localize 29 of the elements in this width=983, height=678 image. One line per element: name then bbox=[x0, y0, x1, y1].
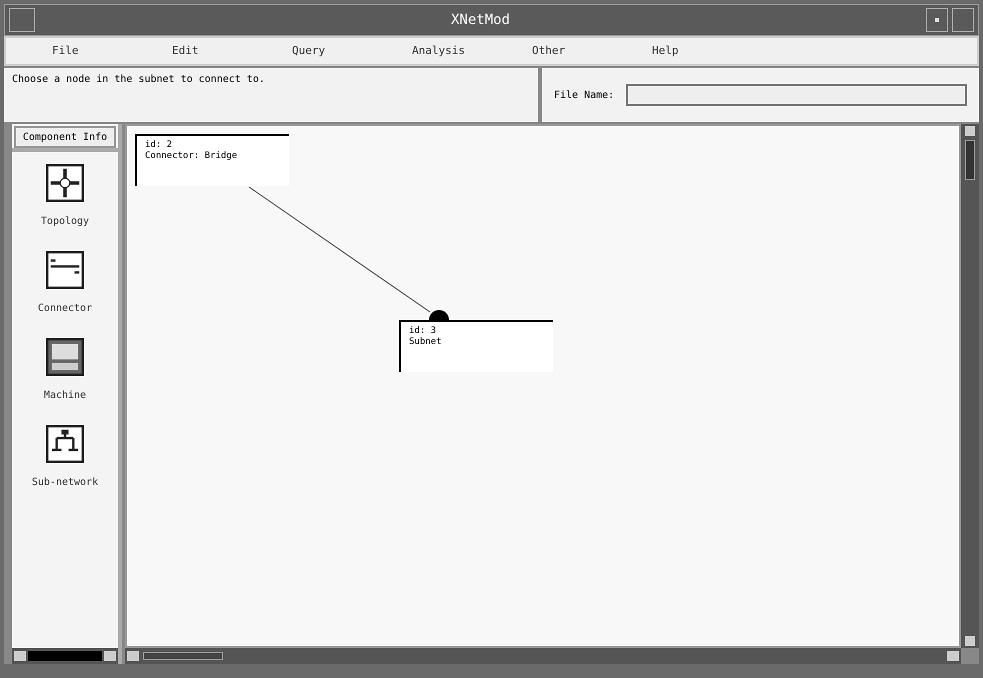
scrollbar-thumb[interactable] bbox=[143, 652, 223, 660]
menu-item[interactable]: Edit bbox=[172, 42, 292, 60]
node-box[interactable]: id: 3 Subnet bbox=[399, 320, 553, 372]
menu-item[interactable]: Analysis bbox=[412, 42, 532, 60]
scrollbar-thumb[interactable] bbox=[965, 140, 975, 180]
node-text: id: 3 bbox=[409, 326, 436, 337]
menu-item[interactable]: Query bbox=[292, 42, 412, 60]
menu-item[interactable]: File bbox=[52, 42, 172, 60]
file-name-field[interactable] bbox=[626, 84, 967, 106]
scrollbar-thumb[interactable] bbox=[28, 651, 102, 661]
node-text: id: 2 bbox=[145, 140, 172, 151]
node-box[interactable]: id: 2 Connector: Bridge bbox=[135, 134, 289, 186]
connection-point-icon bbox=[429, 310, 449, 320]
connector-icon[interactable] bbox=[46, 251, 84, 289]
node-text: Subnet bbox=[409, 337, 442, 348]
node-text: Connector: Bridge bbox=[145, 151, 238, 162]
component-info-button[interactable]: Component Info bbox=[14, 126, 116, 148]
palette-label: Topology bbox=[40, 215, 90, 229]
window-title: XNetMod bbox=[450, 10, 510, 30]
palette-label: Connector bbox=[38, 302, 92, 316]
minimize-icon[interactable] bbox=[926, 8, 948, 32]
crosshair-icon[interactable] bbox=[46, 164, 84, 202]
palette-label: Machine bbox=[44, 389, 86, 403]
file-name-label: File Name: bbox=[554, 88, 614, 102]
menu-item[interactable]: Help bbox=[652, 42, 772, 60]
menu-item[interactable]: Other bbox=[532, 42, 652, 60]
hierarchy-icon[interactable] bbox=[46, 425, 84, 463]
computer-icon[interactable] bbox=[46, 338, 84, 376]
palette-label: Sub-network bbox=[32, 476, 98, 490]
